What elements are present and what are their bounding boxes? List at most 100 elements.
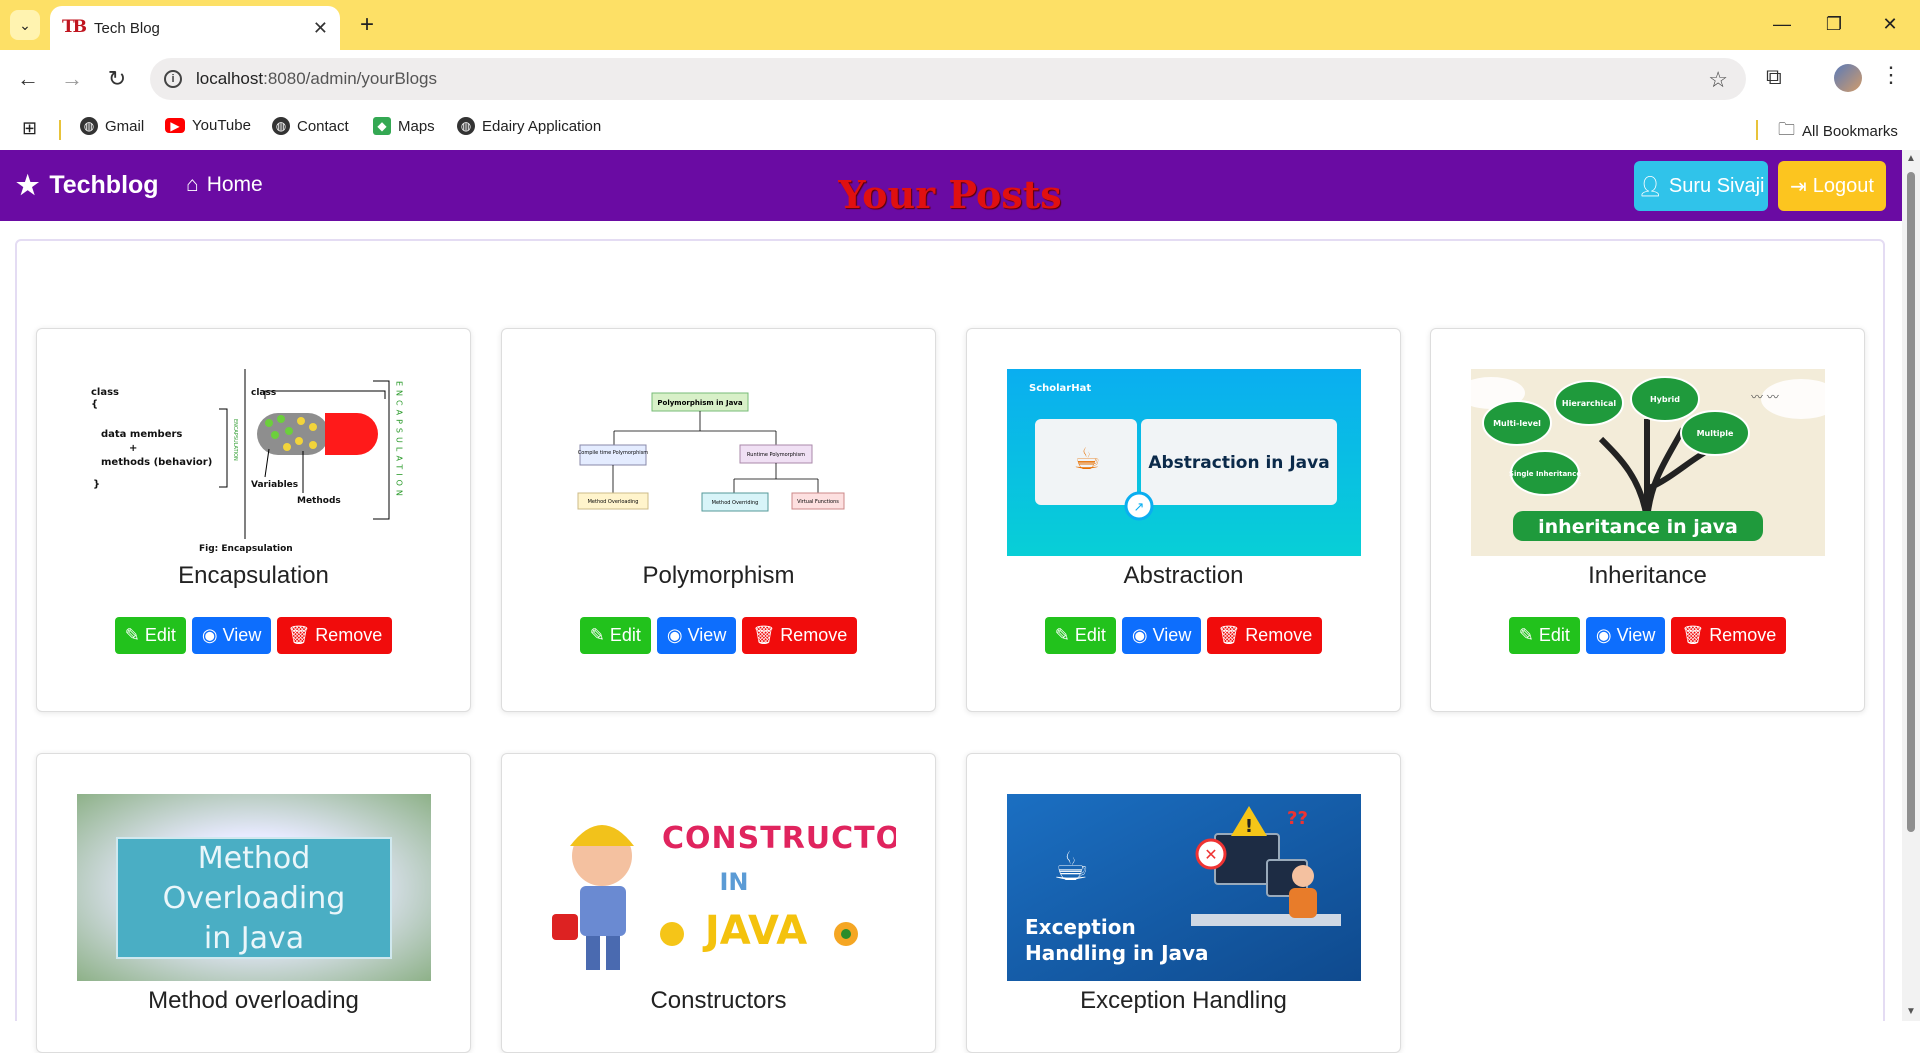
bookmarks-divider [1756, 120, 1758, 140]
svg-text:Method: Method [198, 841, 311, 876]
svg-text:Variables: Variables [251, 480, 298, 490]
bookmark-maps[interactable]: ◆ Maps [373, 117, 435, 135]
svg-text:{: { [91, 399, 98, 410]
svg-text:Methods: Methods [297, 496, 341, 506]
bookmark-star-icon[interactable]: ☆ [1708, 67, 1728, 93]
globe-icon: ◍ [272, 117, 290, 135]
svg-text:Handling in Java: Handling in Java [1025, 941, 1209, 965]
post-actions: ✎ Edit ◉ View 🗑︎ Remove [967, 617, 1400, 654]
svg-text:Abstraction in Java: Abstraction in Java [1148, 453, 1329, 473]
bookmark-edairy[interactable]: ◍ Edairy Application [457, 117, 601, 135]
post-title: Exception Handling [1080, 987, 1287, 1014]
site-info-icon[interactable]: i [164, 70, 182, 88]
svg-text:Multiple: Multiple [1697, 429, 1734, 438]
reload-icon[interactable]: ↻ [101, 63, 133, 95]
remove-button[interactable]: 🗑︎ Remove [1671, 617, 1787, 654]
bookmark-label: Contact [297, 117, 349, 135]
back-icon[interactable]: ← [12, 63, 44, 95]
svg-text:Multi-level: Multi-level [1493, 419, 1541, 428]
post-thumbnail: ScholarHat ☕ Abstraction in Java ↗ [1007, 369, 1361, 556]
globe-icon: ◍ [80, 117, 98, 135]
forward-icon[interactable]: → [56, 63, 88, 95]
svg-text:Single Inheritance: Single Inheritance [1509, 470, 1581, 478]
tab-close-icon[interactable]: ✕ [313, 18, 328, 39]
svg-text:Virtual Functions: Virtual Functions [797, 499, 839, 505]
view-button[interactable]: ◉ View [1121, 617, 1202, 654]
trash-icon: 🗑︎ [1217, 625, 1241, 645]
svg-text:Runtime Polymorphism: Runtime Polymorphism [747, 452, 805, 458]
remove-button[interactable]: 🗑︎ Remove [1207, 617, 1323, 654]
page-title: Your Posts [838, 172, 1062, 217]
all-bookmarks[interactable]: 🗀 All Bookmarks [1778, 117, 1898, 146]
eye-icon: ◉ [1595, 625, 1612, 645]
pen-icon: ✎ [1518, 625, 1534, 645]
bookmark-contact[interactable]: ◍ Contact [272, 117, 349, 135]
url-text: localhost:8080/admin/yourBlogs [196, 69, 437, 88]
edit-button[interactable]: ✎ Edit [114, 617, 186, 654]
tab-search-icon[interactable]: ⌄ [10, 10, 40, 40]
folder-icon: 🗀 [1778, 120, 1795, 139]
post-title: Inheritance [1588, 562, 1707, 589]
eye-icon: ◉ [1131, 625, 1148, 645]
close-window-icon[interactable]: ✕ [1868, 8, 1912, 40]
post-card: Method Overloading in Java Method overlo… [36, 753, 471, 1053]
profile-avatar[interactable] [1834, 64, 1862, 92]
svg-text:☕: ☕ [1074, 442, 1101, 477]
svg-text:ENCAPSULATION: ENCAPSULATION [395, 381, 404, 500]
bookmark-gmail[interactable]: ◍ Gmail [80, 117, 144, 135]
url-bar[interactable]: i localhost:8080/admin/yourBlogs ☆ [150, 58, 1746, 100]
post-thumbnail: Polymorphism in Java Compile time Polymo… [542, 369, 896, 556]
post-title: Constructors [650, 987, 787, 1014]
bookmark-youtube[interactable]: ▶ YouTube [165, 117, 251, 134]
post-card: ScholarHat ☕ Abstraction in Java ↗ Abstr… [966, 328, 1401, 712]
trash-icon: 🗑︎ [752, 625, 776, 645]
edit-button[interactable]: ✎ Edit [1044, 617, 1116, 654]
edit-button[interactable]: ✎ Edit [579, 617, 651, 654]
remove-button[interactable]: 🗑︎ Remove [742, 617, 858, 654]
svg-text:Exception: Exception [1025, 915, 1136, 939]
svg-text:↗: ↗ [1134, 500, 1145, 515]
new-tab-icon[interactable]: + [352, 10, 382, 40]
maps-icon: ◆ [373, 117, 391, 135]
svg-text:ScholarHat: ScholarHat [1029, 383, 1091, 394]
svg-text:Method Overriding: Method Overriding [712, 500, 759, 506]
svg-text:Hybrid: Hybrid [1650, 395, 1680, 404]
post-thumbnail: Method Overloading in Java [77, 794, 431, 981]
trash-icon: 🗑︎ [1681, 625, 1705, 645]
restore-icon[interactable]: ❐ [1812, 8, 1856, 40]
bookmark-label: Maps [398, 117, 435, 135]
svg-text:Fig: Encapsulation: Fig: Encapsulation [199, 544, 293, 554]
svg-text:data members: data members [101, 429, 182, 440]
page-scrollbar[interactable]: ▲ ▼ [1902, 150, 1920, 1021]
svg-text:ENCAPSULATION: ENCAPSULATION [232, 419, 238, 461]
extensions-icon[interactable]: ⧉ [1766, 64, 1782, 90]
browser-tab[interactable]: TB Tech Blog ✕ [50, 6, 340, 50]
scroll-thumb[interactable] [1907, 172, 1915, 832]
scroll-up-icon[interactable]: ▲ [1906, 153, 1916, 164]
svg-text:in Java: in Java [204, 921, 304, 956]
eye-icon: ◉ [666, 625, 683, 645]
svg-text:Polymorphism in Java: Polymorphism in Java [657, 399, 742, 407]
svg-text:Overloading: Overloading [163, 881, 346, 916]
apps-grid-icon[interactable]: ⊞ [22, 118, 37, 139]
pen-icon: ✎ [124, 625, 140, 645]
remove-button[interactable]: 🗑︎ Remove [277, 617, 393, 654]
view-button[interactable]: ◉ View [1585, 617, 1666, 654]
post-thumbnail: ☕ Exception Handling in Java ✕ ! ?? [1007, 794, 1361, 981]
svg-text:!: ! [1245, 816, 1253, 837]
svg-text:〰 〰: 〰 〰 [1751, 390, 1779, 404]
edit-button[interactable]: ✎ Edit [1508, 617, 1580, 654]
minimize-icon[interactable]: — [1760, 8, 1804, 40]
svg-text:Hierarchical: Hierarchical [1562, 399, 1616, 408]
svg-text:CONSTRUCTOR: CONSTRUCTOR [662, 821, 896, 856]
bookmark-label: YouTube [192, 117, 251, 134]
view-button[interactable]: ◉ View [656, 617, 737, 654]
scroll-down-icon[interactable]: ▼ [1906, 1006, 1916, 1017]
all-bookmarks-label: All Bookmarks [1802, 123, 1898, 140]
browser-menu-icon[interactable]: ⋮ [1880, 62, 1902, 88]
bookmark-label: Gmail [105, 117, 145, 135]
view-button[interactable]: ◉ View [191, 617, 272, 654]
post-card: CONSTRUCTOR IN JAVA Constructors [501, 753, 936, 1053]
post-card: class { data members + methods (behavior… [36, 328, 471, 712]
eye-icon: ◉ [201, 625, 218, 645]
